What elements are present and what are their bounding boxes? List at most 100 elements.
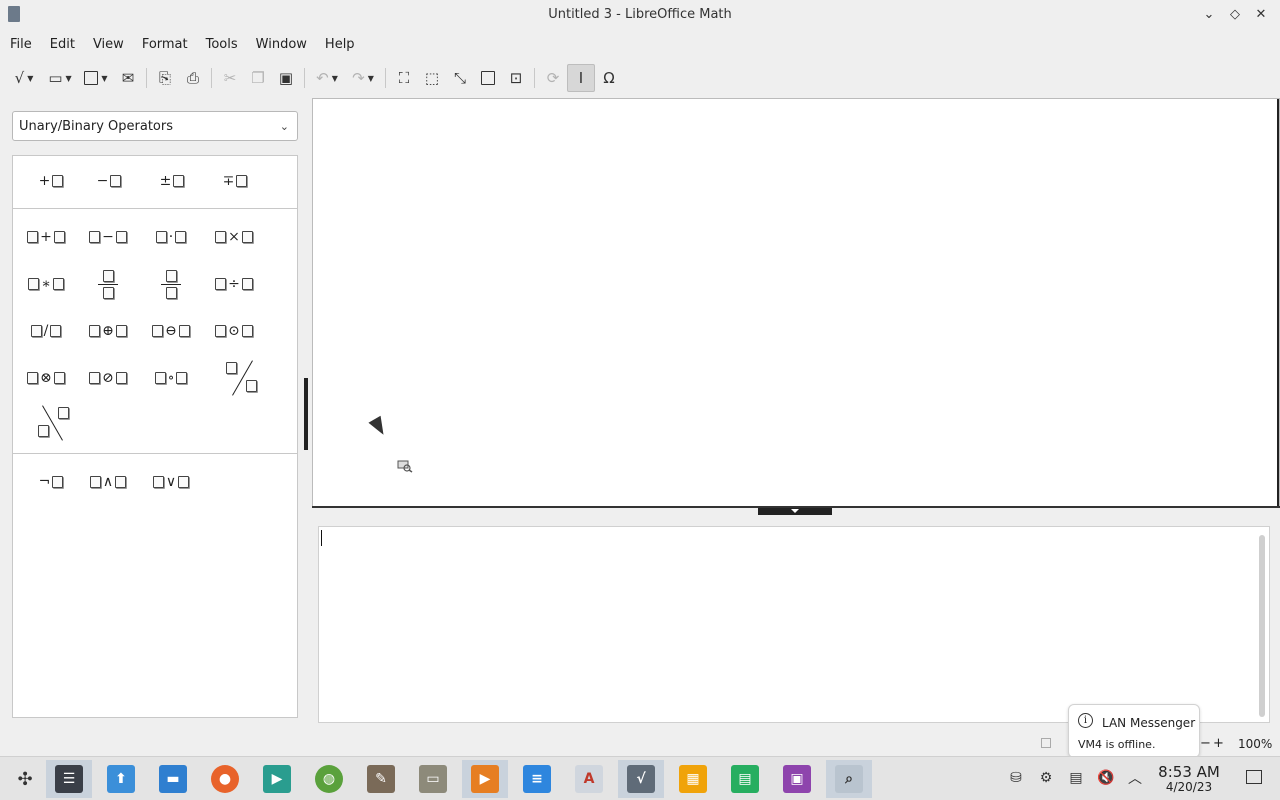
- taskbar-impress[interactable]: ▶: [462, 760, 508, 798]
- element-subtraction[interactable]: −: [79, 217, 137, 257]
- taskbar-base[interactable]: ▣: [774, 760, 820, 798]
- element-circled-dot[interactable]: ⊙: [205, 311, 263, 351]
- tray-settings-icon[interactable]: ⚙: [1035, 767, 1057, 789]
- menu-format[interactable]: Format: [136, 37, 194, 52]
- element-circled-times[interactable]: ⊗: [17, 358, 75, 398]
- element-category-select[interactable]: Unary/Binary Operators ⌄: [12, 111, 298, 141]
- element-wide-slash[interactable]: [213, 358, 271, 398]
- redo-button[interactable]: ↷ ▼: [345, 64, 381, 92]
- window-title: Untitled 3 - LibreOffice Math: [548, 7, 732, 22]
- taskbar-pdf-viewer[interactable]: A: [566, 760, 612, 798]
- symbols-button[interactable]: Ω: [595, 64, 623, 92]
- formula-cursor-button[interactable]: I: [567, 64, 595, 92]
- zoom-100-button[interactable]: [474, 64, 502, 92]
- undo-button[interactable]: ↶ ▼: [309, 64, 345, 92]
- minimize-icon[interactable]: ⌄: [1200, 5, 1218, 23]
- taskbar-vpn[interactable]: ▶: [254, 760, 300, 798]
- tray-volume-muted-icon[interactable]: 🔇: [1095, 767, 1117, 789]
- zoom-in-button[interactable]: ⛶: [390, 64, 418, 92]
- toolbar-separator: [146, 68, 147, 88]
- toolbar-separator: [211, 68, 212, 88]
- firefox-icon: ●: [211, 765, 239, 793]
- show-all-button[interactable]: ⤡: [446, 64, 474, 92]
- element-division-fraction[interactable]: [142, 264, 200, 304]
- taskbar-calc[interactable]: ▤: [722, 760, 768, 798]
- taskbar-search[interactable]: ⌕: [826, 760, 872, 798]
- close-icon[interactable]: ✕: [1252, 5, 1270, 23]
- menu-edit[interactable]: Edit: [44, 37, 81, 52]
- menu-help[interactable]: Help: [319, 37, 361, 52]
- formula-preview-area[interactable]: [312, 98, 1280, 508]
- element-fraction[interactable]: [79, 264, 137, 304]
- element-division[interactable]: ÷: [205, 264, 263, 304]
- zoom-in-status-button[interactable]: +: [1213, 736, 1224, 751]
- element-minus-plus[interactable]: ∓: [205, 161, 263, 201]
- element-asterisk[interactable]: ∗: [17, 264, 75, 304]
- export-pdf-button[interactable]: ✉: [114, 64, 142, 92]
- element-circled-plus[interactable]: ⊕: [79, 311, 137, 351]
- fit-button[interactable]: ⊡: [502, 64, 530, 92]
- placeholder-box: [52, 175, 64, 187]
- element-circled-slash[interactable]: ⊘: [79, 358, 137, 398]
- omega-icon: Ω: [603, 69, 615, 87]
- element-addition[interactable]: +: [17, 217, 75, 257]
- zoom-out-status-button[interactable]: −: [1200, 736, 1211, 751]
- taskbar-math[interactable]: √: [618, 760, 664, 798]
- update-button[interactable]: ⎘: [151, 64, 179, 92]
- element-multiplication-dot[interactable]: ·: [142, 217, 200, 257]
- element-plus-minus[interactable]: ±: [142, 161, 200, 201]
- display-icon: ▭: [419, 765, 447, 793]
- taskbar-display[interactable]: ▭: [410, 760, 456, 798]
- open-button[interactable]: ▭ ▼: [42, 64, 78, 92]
- save-icon: [84, 71, 99, 85]
- placeholder-box: [173, 175, 185, 187]
- show-desktop-icon[interactable]: [1246, 770, 1262, 784]
- sqrt-icon: √: [14, 69, 25, 87]
- app-launcher-button[interactable]: ✣: [2, 760, 48, 798]
- element-multiplication-x[interactable]: ×: [205, 217, 263, 257]
- element-boolean-and[interactable]: ∧: [79, 462, 137, 502]
- save-button[interactable]: ▼: [78, 64, 114, 92]
- notification-popup[interactable]: i LAN Messenger VM4 is offline.: [1068, 704, 1200, 758]
- element-ring-operator[interactable]: ∘: [142, 358, 200, 398]
- tray-clipboard-icon[interactable]: ▤: [1065, 767, 1087, 789]
- menu-tools[interactable]: Tools: [200, 37, 244, 52]
- taskbar-firefox[interactable]: ●: [202, 760, 248, 798]
- taskbar-store[interactable]: ⬆: [98, 760, 144, 798]
- editor-scrollbar[interactable]: [1259, 535, 1265, 717]
- auto-refresh-button[interactable]: ⟳: [539, 64, 567, 92]
- base-icon: ▣: [783, 765, 811, 793]
- title-bar: Untitled 3 - LibreOffice Math ⌄ ◇ ✕: [0, 0, 1280, 30]
- element-slash[interactable]: /: [17, 311, 75, 351]
- paste-button[interactable]: ▣: [272, 64, 300, 92]
- maximize-icon[interactable]: ◇: [1226, 5, 1244, 23]
- gimp-icon: ✎: [367, 765, 395, 793]
- taskbar-settings[interactable]: ☰: [46, 760, 92, 798]
- element-circled-minus[interactable]: ⊖: [142, 311, 200, 351]
- cut-button[interactable]: ✂: [216, 64, 244, 92]
- menu-file[interactable]: File: [4, 37, 38, 52]
- element-boolean-not[interactable]: ¬: [21, 462, 79, 502]
- element-unary-plus[interactable]: +: [21, 161, 79, 201]
- zoom-level[interactable]: 100%: [1238, 737, 1272, 751]
- formula-command-editor[interactable]: [318, 526, 1270, 723]
- taskbar-files[interactable]: ▬: [150, 760, 196, 798]
- tray-network-icon[interactable]: ⛁: [1005, 767, 1027, 789]
- sidebar-splitter-handle[interactable]: [304, 378, 308, 450]
- print-button[interactable]: ⎙: [179, 64, 207, 92]
- editor-splitter-handle[interactable]: [758, 508, 832, 515]
- tray-expand-icon[interactable]: ︿: [1124, 767, 1146, 789]
- menu-view[interactable]: View: [87, 37, 130, 52]
- taskbar-writer[interactable]: ≡: [514, 760, 560, 798]
- clock[interactable]: 8:53 AM 4/20/23: [1152, 764, 1226, 794]
- element-unary-minus[interactable]: −: [79, 161, 137, 201]
- menu-window[interactable]: Window: [250, 37, 313, 52]
- taskbar-presentation[interactable]: ▦: [670, 760, 716, 798]
- copy-button[interactable]: ❐: [244, 64, 272, 92]
- element-boolean-or[interactable]: ∨: [142, 462, 200, 502]
- taskbar-gimp[interactable]: ✎: [358, 760, 404, 798]
- new-formula-button[interactable]: √ ▼: [6, 64, 42, 92]
- taskbar-browser[interactable]: ◍: [306, 760, 352, 798]
- zoom-out-button[interactable]: ⬚: [418, 64, 446, 92]
- element-wide-backslash[interactable]: [25, 403, 83, 443]
